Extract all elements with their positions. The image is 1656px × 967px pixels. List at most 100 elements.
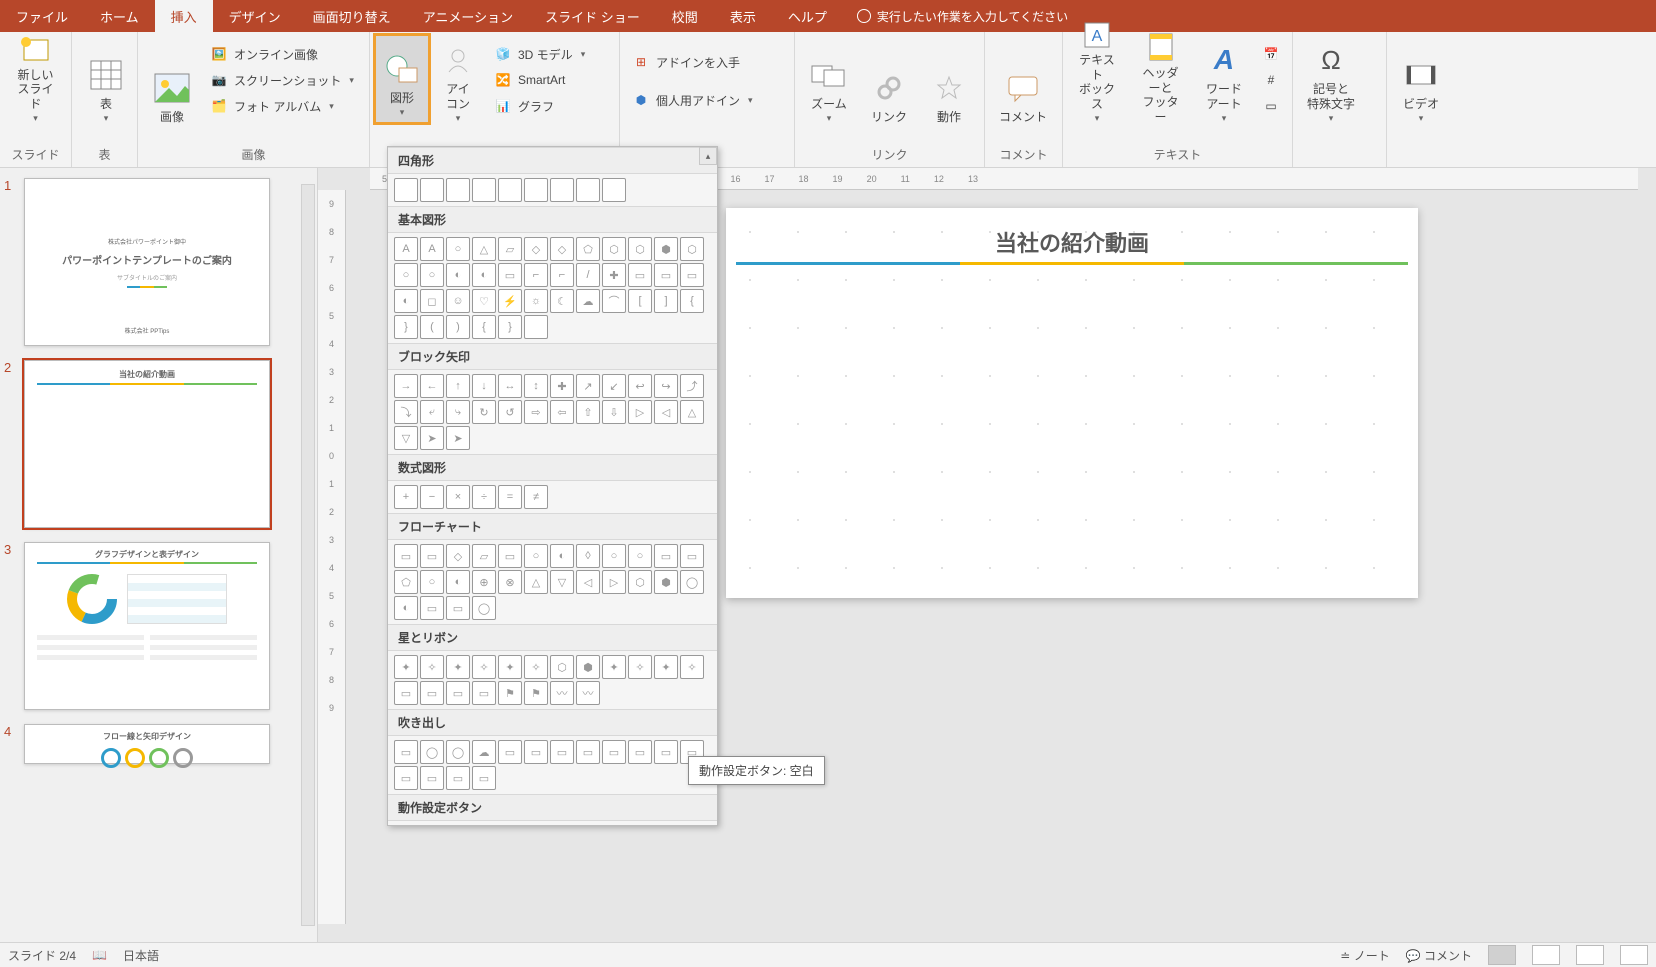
shape-option[interactable]	[524, 315, 548, 339]
online-pictures-button[interactable]: 🖼️オンライン画像	[204, 42, 360, 66]
shape-option[interactable]: ⇧	[576, 400, 600, 424]
pictures-button[interactable]: 画像	[144, 36, 200, 128]
shape-option[interactable]: ↔	[498, 374, 522, 398]
symbol-button[interactable]: Ω記号と 特殊文字	[1299, 36, 1363, 128]
shape-option[interactable]: {	[472, 315, 496, 339]
shape-option[interactable]: ↙	[602, 374, 626, 398]
shape-option[interactable]: ↪	[654, 374, 678, 398]
shape-option[interactable]: ↑	[446, 374, 470, 398]
tab-insert[interactable]: 挿入	[155, 0, 213, 32]
notes-button[interactable]: ≐ ノート	[1340, 947, 1389, 964]
shape-option[interactable]: A	[420, 237, 444, 261]
shape-option[interactable]: ▭	[628, 263, 652, 287]
slide-thumbnail-1[interactable]: 株式会社パワーポイント御中 パワーポイントテンプレートのご案内 サブタイトルのご…	[24, 178, 270, 346]
shape-option[interactable]: ⌒	[602, 289, 626, 313]
shape-option[interactable]: ↺	[498, 400, 522, 424]
shape-option[interactable]: ☺	[446, 289, 470, 313]
shape-option[interactable]: ▽	[550, 570, 574, 594]
shape-option[interactable]: /	[576, 263, 600, 287]
shape-option[interactable]: ○	[420, 263, 444, 287]
shape-option[interactable]	[576, 178, 600, 202]
shape-option[interactable]: ⚡	[498, 289, 522, 313]
shape-option[interactable]: ⬢	[654, 570, 678, 594]
shape-option[interactable]: ↓	[472, 374, 496, 398]
shape-option[interactable]: ▭	[446, 596, 470, 620]
shape-option[interactable]: ⬡	[680, 237, 704, 261]
shape-option[interactable]: ⇦	[550, 400, 574, 424]
shape-option[interactable]: ✧	[680, 655, 704, 679]
shape-option[interactable]: ]	[654, 289, 678, 313]
reading-view-button[interactable]	[1576, 945, 1604, 965]
shape-option[interactable]: }	[394, 315, 418, 339]
shape-option[interactable]: ◁	[576, 570, 600, 594]
slide-thumbnail-4[interactable]: フロー線と矢印デザイン	[24, 724, 270, 764]
shape-option[interactable]: ✦	[498, 655, 522, 679]
shape-option[interactable]: ○	[602, 544, 626, 568]
shape-option[interactable]: →	[394, 374, 418, 398]
shape-option[interactable]: ◁	[654, 400, 678, 424]
video-button[interactable]: ビデオ	[1393, 36, 1449, 128]
shapes-button[interactable]: 図形	[373, 33, 431, 125]
shape-option[interactable]: ⤷	[446, 400, 470, 424]
shape-option[interactable]: ▭	[420, 681, 444, 705]
date-time-button[interactable]: 📅	[1256, 42, 1286, 66]
shape-option[interactable]: ⤵	[394, 400, 418, 424]
shape-option[interactable]: ▭	[394, 681, 418, 705]
shape-option[interactable]: ▱	[498, 237, 522, 261]
shape-option[interactable]	[602, 178, 626, 202]
tab-review[interactable]: 校閲	[656, 0, 714, 32]
shape-option[interactable]: ⬡	[628, 237, 652, 261]
shape-option[interactable]: ↻	[472, 400, 496, 424]
shape-option[interactable]: ⬡	[550, 655, 574, 679]
shape-option[interactable]	[420, 178, 444, 202]
shape-option[interactable]: ✦	[394, 655, 418, 679]
tab-design[interactable]: デザイン	[213, 0, 297, 32]
shape-option[interactable]: ◯	[446, 740, 470, 764]
shape-option[interactable]: ▭	[394, 544, 418, 568]
shape-option[interactable]: ◯	[472, 596, 496, 620]
shape-option[interactable]: }	[498, 315, 522, 339]
shape-option[interactable]: ○	[394, 263, 418, 287]
shape-option[interactable]: ◇	[446, 544, 470, 568]
shape-option[interactable]: △	[472, 237, 496, 261]
shape-option[interactable]: ⊕	[472, 570, 496, 594]
shape-option[interactable]: ≠	[524, 485, 548, 509]
shape-option[interactable]: ▽	[394, 426, 418, 450]
slide-thumbnail-3[interactable]: グラフデザインと表デザイン	[24, 542, 270, 710]
shape-option[interactable]: ◐	[394, 596, 418, 620]
shape-option[interactable]: ⬢	[576, 655, 600, 679]
shape-option[interactable]: ○	[628, 544, 652, 568]
shape-option[interactable]: ☁	[472, 740, 496, 764]
shape-option[interactable]: ▷	[628, 400, 652, 424]
screenshot-button[interactable]: 📷スクリーンショット▾	[204, 68, 360, 92]
comments-button[interactable]: 💬 コメント	[1406, 947, 1472, 964]
shape-option[interactable]: ⬡	[628, 570, 652, 594]
tell-me-search[interactable]: 実行したい作業を入力してください	[843, 0, 1068, 32]
shape-option[interactable]: ▭	[420, 544, 444, 568]
shape-option[interactable]	[446, 178, 470, 202]
shape-option[interactable]: =	[498, 485, 522, 509]
shape-option[interactable]	[472, 178, 496, 202]
shape-option[interactable]: ⚑	[498, 681, 522, 705]
shape-option[interactable]: ⇨	[524, 400, 548, 424]
shape-option[interactable]: ☼	[524, 289, 548, 313]
shape-option[interactable]: ○	[524, 544, 548, 568]
tab-view[interactable]: 表示	[714, 0, 772, 32]
shape-option[interactable]: ✧	[524, 655, 548, 679]
shape-option[interactable]: ▭	[420, 596, 444, 620]
photo-album-button[interactable]: 🗂️フォト アルバム▾	[204, 94, 360, 118]
shape-option[interactable]: ◇	[550, 237, 574, 261]
shape-option[interactable]: ▭	[472, 766, 496, 790]
slideshow-view-button[interactable]	[1620, 945, 1648, 965]
shape-option[interactable]: ↩	[628, 374, 652, 398]
shape-option[interactable]: ▭	[446, 766, 470, 790]
my-addins-button[interactable]: ⬢個人用アドイン▾	[626, 88, 759, 112]
shape-option[interactable]: ⌐	[550, 263, 574, 287]
shape-option[interactable]: ↕	[524, 374, 548, 398]
shape-option[interactable]: ⇩	[602, 400, 626, 424]
header-footer-button[interactable]: ヘッダーと フッター	[1129, 36, 1192, 128]
shape-option[interactable]: {	[680, 289, 704, 313]
shape-option[interactable]	[498, 178, 522, 202]
get-addins-button[interactable]: ⊞アドインを入手	[626, 50, 759, 74]
link-button[interactable]: リンク	[861, 36, 917, 128]
